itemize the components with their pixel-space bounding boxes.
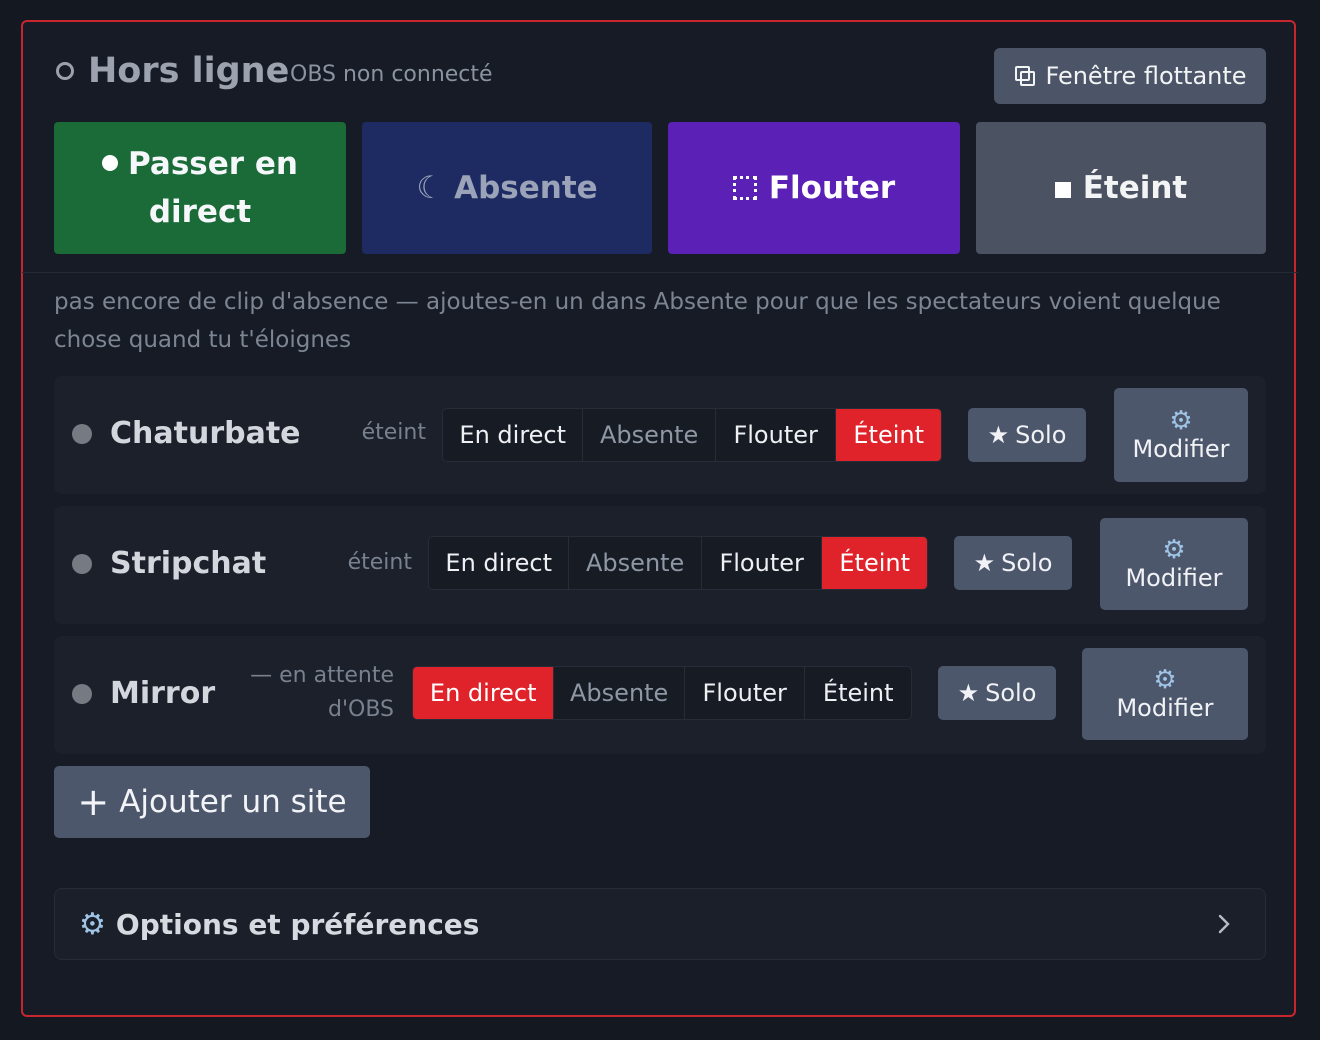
star-icon: ★ bbox=[973, 549, 996, 577]
blur-mode-button[interactable]: Flouter bbox=[668, 122, 960, 254]
site-name: Mirror bbox=[110, 676, 216, 711]
site-option-off[interactable]: Éteint bbox=[836, 409, 941, 461]
site-option-blur[interactable]: Flouter bbox=[716, 409, 837, 461]
popout-window-icon bbox=[1015, 66, 1036, 86]
site-status-dot-icon bbox=[72, 554, 92, 574]
blur-mode-label: Flouter bbox=[768, 170, 896, 206]
off-mode-button[interactable]: Éteint bbox=[976, 122, 1266, 254]
go-live-label-line1: Passer en bbox=[128, 146, 298, 182]
site-name: Chaturbate bbox=[110, 416, 301, 451]
site-state-line2: d'OBS bbox=[328, 697, 394, 722]
gear-icon: ⚙ bbox=[1153, 665, 1177, 695]
edit-site-button[interactable]: ⚙ Modifier bbox=[1114, 388, 1248, 482]
star-icon: ★ bbox=[987, 421, 1010, 449]
edit-site-button[interactable]: ⚙ Modifier bbox=[1100, 518, 1248, 610]
floating-window-label: Fenêtre flottante bbox=[1045, 62, 1247, 90]
away-clip-notice: pas encore de clip d'absence — ajoutes-e… bbox=[54, 289, 1221, 353]
off-mode-label: Éteint bbox=[1082, 170, 1188, 206]
edit-label: Modifier bbox=[1132, 435, 1230, 463]
solo-button[interactable]: ★ Solo bbox=[954, 536, 1072, 590]
site-option-live[interactable]: En direct bbox=[429, 537, 570, 589]
site-mode-selector: En direct Absente Flouter Éteint bbox=[442, 408, 942, 462]
site-mode-selector: En direct Absente Flouter Éteint bbox=[428, 536, 928, 590]
add-site-button[interactable]: + Ajouter un site bbox=[54, 766, 370, 838]
gear-icon: ⚙ bbox=[1162, 535, 1186, 565]
moon-icon: ☾ bbox=[416, 170, 445, 206]
site-state: — en attente d'OBS bbox=[226, 659, 394, 727]
site-option-away[interactable]: Absente bbox=[583, 409, 716, 461]
site-state: éteint bbox=[361, 420, 426, 445]
solo-label: Solo bbox=[1001, 549, 1053, 577]
site-option-live[interactable]: En direct bbox=[413, 667, 555, 719]
site-state-line1: — en attente bbox=[250, 663, 394, 688]
gear-icon: ⚙ bbox=[1169, 406, 1193, 436]
add-site-label: Ajouter un site bbox=[119, 784, 347, 820]
site-option-live[interactable]: En direct bbox=[443, 409, 584, 461]
options-label: Options et préférences bbox=[115, 907, 480, 941]
edit-label: Modifier bbox=[1125, 564, 1223, 592]
status-title: Hors ligne bbox=[88, 51, 290, 91]
solo-button[interactable]: ★ Solo bbox=[938, 666, 1056, 720]
site-mode-selector: En direct Absente Flouter Éteint bbox=[412, 666, 912, 720]
star-icon: ★ bbox=[957, 679, 980, 707]
site-status-dot-icon bbox=[72, 424, 92, 444]
live-dot-icon bbox=[102, 154, 119, 171]
status-indicator-icon bbox=[56, 62, 74, 80]
edit-site-button[interactable]: ⚙ Modifier bbox=[1082, 648, 1248, 740]
stop-square-icon bbox=[1054, 182, 1071, 198]
site-option-away[interactable]: Absente bbox=[554, 667, 685, 719]
site-option-off[interactable]: Éteint bbox=[805, 667, 911, 719]
away-mode-label: Absente bbox=[454, 170, 598, 206]
site-option-blur[interactable]: Flouter bbox=[702, 537, 823, 589]
site-state: éteint bbox=[347, 550, 412, 575]
site-option-off[interactable]: Éteint bbox=[822, 537, 927, 589]
go-live-button[interactable]: Passer en direct bbox=[54, 122, 346, 254]
solo-label: Solo bbox=[985, 679, 1037, 707]
divider bbox=[22, 272, 1298, 273]
status-subtitle: OBS non connecté bbox=[290, 62, 493, 87]
edit-label: Modifier bbox=[1116, 694, 1214, 722]
floating-window-button[interactable]: Fenêtre flottante bbox=[994, 48, 1266, 104]
solo-button[interactable]: ★ Solo bbox=[968, 408, 1086, 462]
options-preferences-toggle[interactable]: ⚙ Options et préférences bbox=[54, 888, 1266, 960]
solo-label: Solo bbox=[1015, 421, 1067, 449]
gear-icon: ⚙ bbox=[79, 906, 106, 942]
site-option-blur[interactable]: Flouter bbox=[685, 667, 806, 719]
chevron-right-icon bbox=[1218, 914, 1230, 934]
site-status-dot-icon bbox=[72, 684, 92, 704]
blur-selection-icon bbox=[732, 176, 757, 200]
go-live-label-line2: direct bbox=[148, 194, 252, 230]
plus-icon: + bbox=[77, 780, 110, 824]
site-name: Stripchat bbox=[110, 546, 267, 581]
away-mode-button[interactable]: ☾ Absente bbox=[362, 122, 652, 254]
site-option-away[interactable]: Absente bbox=[569, 537, 702, 589]
